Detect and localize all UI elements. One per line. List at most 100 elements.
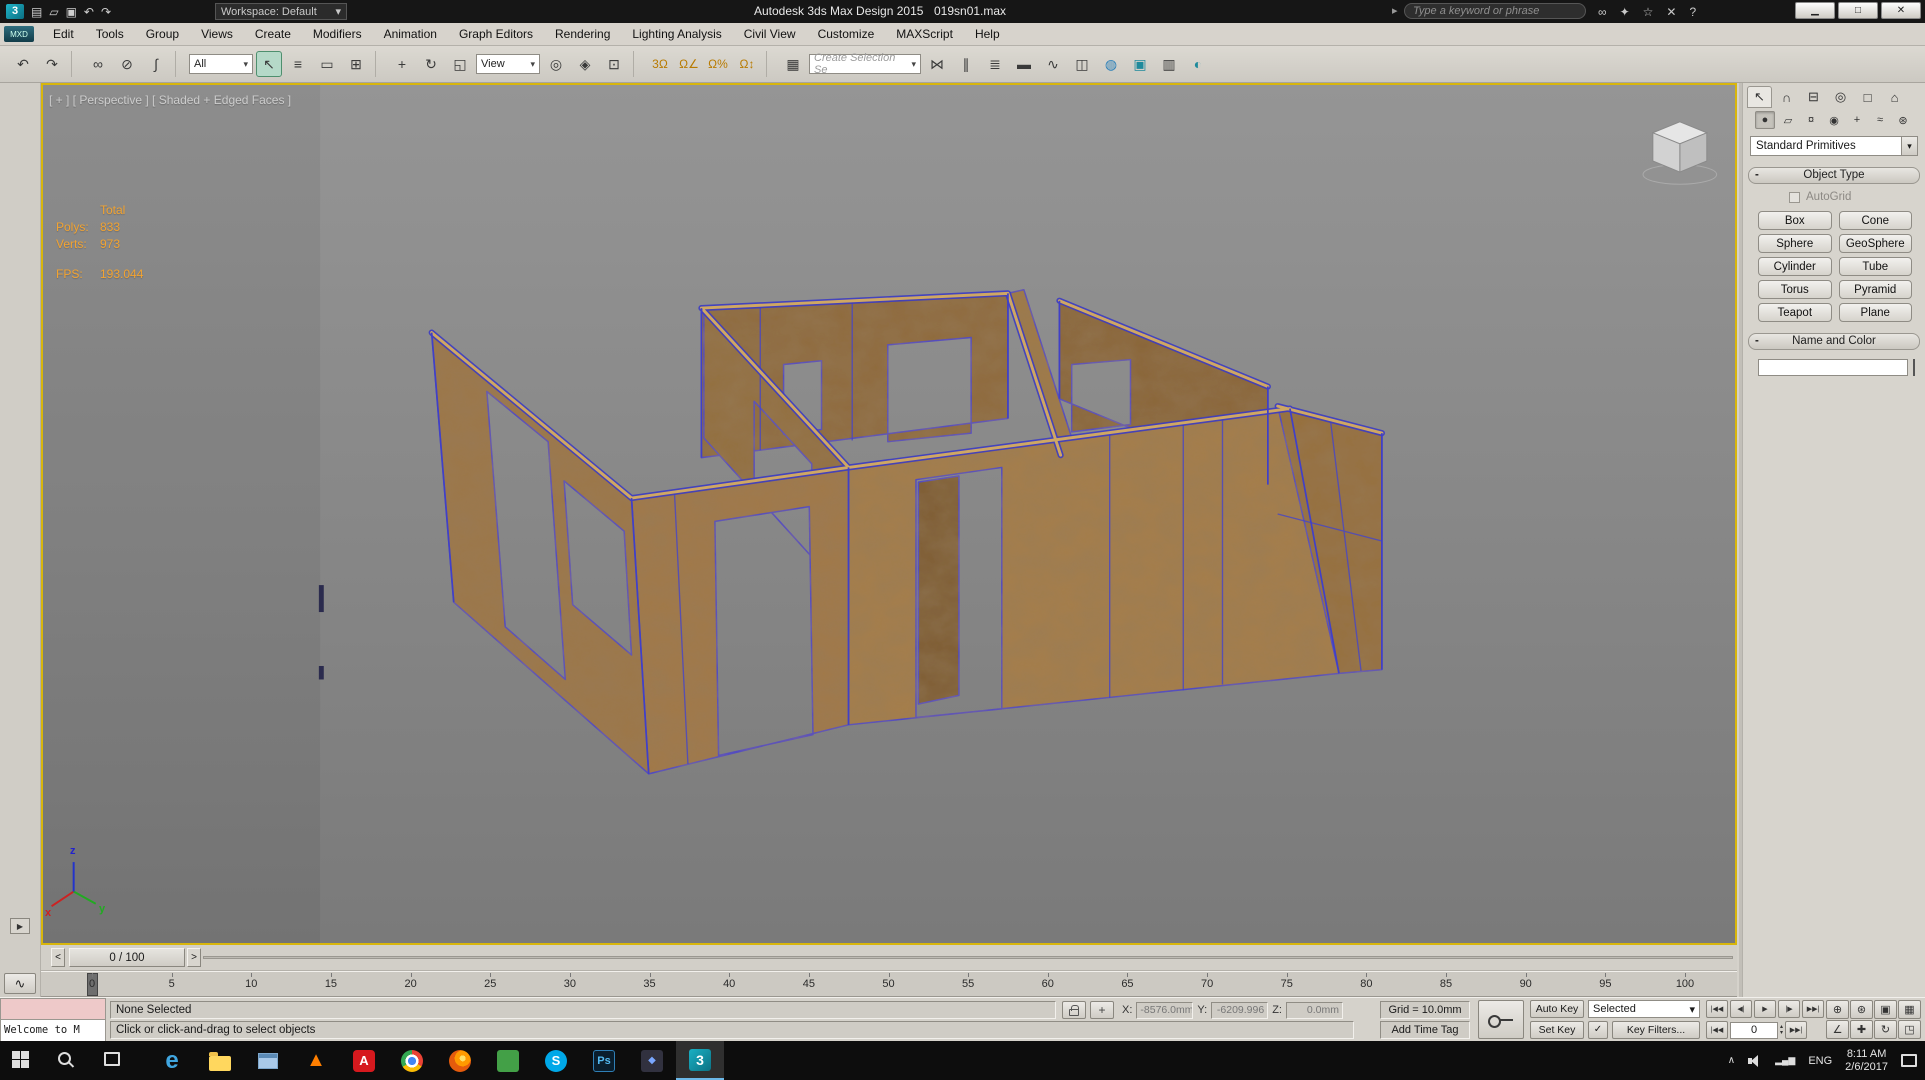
render-production-icon[interactable]: ◐ [1185,51,1211,77]
firefox-icon[interactable] [436,1041,484,1080]
name-and-color-rollout[interactable]: - Name and Color [1748,333,1920,350]
menu-maxscript[interactable]: MAXScript [885,23,964,45]
infocenter-search-icon[interactable]: ∞ [1598,5,1607,19]
category-shapes[interactable]: ▱ [1778,111,1798,129]
selection-filter-dropdown[interactable]: All ▾ [189,54,253,74]
x-field[interactable]: -8576.0mm [1136,1001,1194,1019]
z-field[interactable]: 0.0mm [1285,1001,1343,1019]
category-cameras[interactable]: ◉ [1824,111,1844,129]
menu-modifiers[interactable]: Modifiers [302,23,373,45]
time-slider-handle[interactable]: 0 / 100 [69,948,185,967]
volume-icon[interactable] [1748,1054,1762,1067]
macro-recorder-pane[interactable] [0,998,106,1020]
menu-graph-editors[interactable]: Graph Editors [448,23,544,45]
microsoft-edge-icon[interactable]: e [148,1041,196,1080]
redo-icon[interactable]: ↷ [39,51,65,77]
taskbar-search-icon[interactable] [58,1052,71,1065]
set-keys-button[interactable] [1478,1000,1524,1039]
field-of-view-icon[interactable]: ∠ [1826,1020,1849,1039]
layer-manager-icon[interactable]: ≣ [982,51,1008,77]
undo-icon[interactable]: ↶ [10,51,36,77]
material-editor-icon[interactable]: ◍ [1098,51,1124,77]
absolute-mode-toggle[interactable]: + [1090,1001,1114,1019]
y-field[interactable]: -6209.996 [1211,1001,1269,1019]
close-button[interactable]: ✕ [1881,2,1921,19]
time-slider-track[interactable] [203,956,1733,959]
percent-snap-icon[interactable]: Ω% [705,51,731,77]
category-helpers[interactable]: + [1847,111,1867,129]
select-and-move-icon[interactable]: + [389,51,415,77]
menu-lighting-analysis[interactable]: Lighting Analysis [621,23,732,45]
maxscript-mini-listener[interactable]: Welcome to M [0,998,106,1042]
select-by-name-icon[interactable]: ≡ [285,51,311,77]
maximize-viewport-toggle-icon[interactable]: ◳ [1898,1020,1921,1039]
favorites-icon[interactable]: ☆ [1643,5,1654,19]
selection-region-icon[interactable]: ▭ [314,51,340,77]
object-type-plane[interactable]: Plane [1838,303,1912,322]
zoom-extents-all-icon[interactable]: ▦ [1898,1000,1921,1019]
subcategory-dropdown[interactable]: Standard Primitives ▾ [1750,136,1918,156]
autogrid-checkbox[interactable] [1789,191,1800,203]
snap-toggle-icon[interactable]: 3Ω [647,51,673,77]
menu-views[interactable]: Views [190,23,244,45]
new-file-icon[interactable]: ▤ [31,6,42,18]
pan-icon[interactable]: ✚ [1850,1020,1873,1039]
bind-to-space-warp-icon[interactable]: ∫ [143,51,169,77]
photoshop-icon[interactable]: Ps [580,1041,628,1080]
open-file-icon[interactable]: ▱ [49,6,58,18]
align-icon[interactable]: ∥ [953,51,979,77]
mirror-icon[interactable]: ⋈ [924,51,950,77]
communication-center-icon[interactable]: ✕ [1666,5,1676,19]
key-set-dropdown[interactable]: Selected ▾ [1588,1000,1700,1018]
menu-customize[interactable]: Customize [807,23,886,45]
previous-frame-button[interactable]: ◀| [1730,1000,1752,1018]
go-to-end-button[interactable]: ▶▶| [1785,1021,1808,1039]
select-and-scale-icon[interactable]: ◱ [447,51,473,77]
menu-help[interactable]: Help [964,23,1011,45]
viewport-label[interactable]: [ + ] [ Perspective ] [ Shaded + Edged F… [49,93,291,107]
object-type-box[interactable]: Box [1758,211,1832,230]
3ds-max-icon[interactable]: 3 [676,1041,724,1080]
hidden-icons-caret[interactable]: ∧ [1728,1055,1735,1066]
notification-center-icon[interactable] [1901,1054,1917,1067]
network-icon[interactable]: ▂▄▆ [1775,1055,1795,1066]
frame-spinner[interactable]: ▴ ▾ [1780,1024,1783,1036]
selection-lock-toggle[interactable] [1062,1001,1086,1019]
current-frame-field[interactable]: 0 [1730,1021,1778,1039]
tab-hierarchy[interactable]: ⊟ [1801,86,1826,108]
named-selection-dropdown[interactable]: Create Selection Se ▾ [809,52,921,76]
select-and-manipulate-icon[interactable]: ◈ [572,51,598,77]
object-type-rollout[interactable]: - Object Type [1748,167,1920,184]
object-type-pyramid[interactable]: Pyramid [1838,280,1912,299]
green-app-icon[interactable] [484,1041,532,1080]
tab-utilities[interactable]: ⌂ [1882,86,1907,108]
menu-group[interactable]: Group [135,23,190,45]
zoom-icon[interactable]: ⊕ [1826,1000,1849,1019]
time-slider[interactable]: < 0 / 100 > [41,945,1737,971]
listener-pane[interactable]: Welcome to M [0,1020,106,1042]
schematic-view-icon[interactable]: ◫ [1069,51,1095,77]
acrobat-icon[interactable]: A [340,1041,388,1080]
redo-icon[interactable]: ↷ [101,6,111,18]
app-logo[interactable]: 3 [6,4,24,19]
key-filter-check-icon[interactable]: ✓ [1588,1021,1608,1039]
vlc-icon[interactable]: ▲ [292,1041,340,1080]
tab-display[interactable]: □ [1855,86,1880,108]
render-setup-icon[interactable]: ▣ [1127,51,1153,77]
time-slider-prev-button[interactable]: < [51,948,65,967]
menu-create[interactable]: Create [244,23,302,45]
track-bar[interactable]: 0 5 10 15 20 25 30 35 40 45 50 55 60 65 70 75 80 85 90 95 10… [41,971,1737,997]
house-framing-model[interactable] [43,85,1735,943]
menu-edit[interactable]: Edit [42,23,85,45]
use-pivot-center-icon[interactable]: ◎ [543,51,569,77]
curve-editor-icon[interactable]: ∿ [1040,51,1066,77]
spinner-down-icon[interactable]: ▾ [1780,1030,1783,1036]
subscription-icon[interactable]: ✦ [1620,5,1630,19]
unlink-selection-icon[interactable]: ⊘ [114,51,140,77]
blue-app-icon[interactable]: ◆ [628,1041,676,1080]
file-explorer-icon[interactable] [196,1041,244,1080]
start-button[interactable] [12,1051,29,1068]
object-type-cone[interactable]: Cone [1838,211,1912,230]
mini-curve-editor-button[interactable]: ∿ [4,973,36,994]
angle-snap-icon[interactable]: Ω∠ [676,51,702,77]
